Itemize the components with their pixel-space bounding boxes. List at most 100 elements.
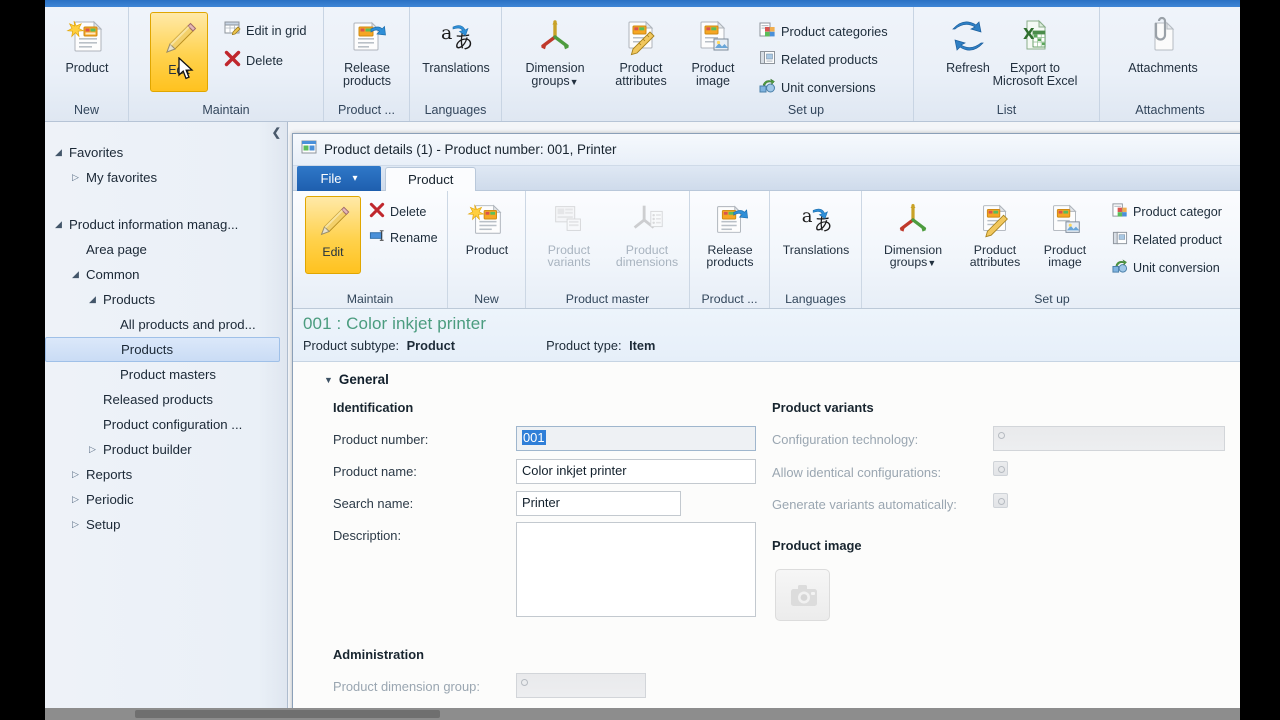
release-products-button[interactable]: Release products	[324, 15, 410, 88]
collapse-pane-icon[interactable]: ❮	[272, 126, 281, 139]
tab-file[interactable]: File ▾	[297, 166, 381, 191]
ribbon-group-list-caption: List	[996, 103, 1017, 117]
expanded-triangle-icon[interactable]: ◢	[89, 294, 103, 305]
translations-button[interactable]: a あ Translations	[413, 15, 499, 74]
expanded-triangle-icon[interactable]: ◢	[55, 219, 69, 230]
form-dimension-groups-button[interactable]: Dimension groups▼	[874, 199, 952, 270]
sidebar-item-favorites[interactable]: ◢ Favorites	[45, 140, 288, 165]
form-product-attributes-button[interactable]: Product attributes	[956, 199, 1034, 269]
form-ribbon-group-product: Release products Product ...	[690, 191, 770, 308]
sidebar-item-common[interactable]: ◢ Common	[45, 262, 288, 287]
collapsed-triangle-icon[interactable]: ▷	[72, 469, 86, 480]
product-image-placeholder[interactable]	[775, 569, 830, 621]
delete-button[interactable]: Delete	[224, 50, 283, 70]
subsection-product-image: Product image	[772, 538, 862, 553]
sidebar-item-released-products[interactable]: Released products	[45, 387, 288, 412]
export-to-excel-button[interactable]: X Export to Microsoft Excel	[980, 15, 1090, 88]
generate-variants-automatically-checkbox	[993, 493, 1008, 508]
form-delete-button[interactable]: Delete	[369, 202, 426, 221]
horizontal-scrollbar[interactable]	[45, 708, 1240, 720]
window-titlebar: Product details (1) - Product number: 00…	[293, 134, 1240, 166]
sidebar-item-label: Product masters	[120, 367, 217, 382]
ribbon-group-setup: Dimension groups▼ Product attributes Pro…	[502, 7, 914, 121]
expanded-triangle-icon[interactable]: ◢	[72, 269, 86, 280]
tab-file-label: File	[320, 171, 342, 186]
sidebar-item-label: Periodic	[86, 492, 134, 507]
window-title-strip	[45, 0, 1240, 7]
product-categories-button[interactable]: Product categories	[759, 21, 888, 41]
mouse-cursor-icon	[177, 56, 197, 84]
edit-button[interactable]: Edit	[150, 12, 208, 92]
collapsed-triangle-icon[interactable]: ▷	[72, 172, 86, 183]
form-release-products-button[interactable]: Release products	[691, 199, 769, 269]
new-product-button[interactable]: Product	[45, 15, 130, 74]
form-product-categories-button[interactable]: Product categor	[1112, 202, 1222, 221]
sidebar-item-periodic[interactable]: ▷ Periodic	[45, 487, 288, 512]
sidebar-item-product-information-manag[interactable]: ◢ Product information manag...	[45, 212, 288, 237]
chevron-down-icon[interactable]: ▼	[570, 77, 579, 87]
form-related-products-button[interactable]: Related product	[1112, 230, 1222, 249]
sidebar-item-setup[interactable]: ▷ Setup	[45, 512, 288, 537]
form-translations-button[interactable]: a あ Translations	[777, 199, 855, 256]
form-ribbon-languages-caption: Languages	[785, 292, 846, 306]
form-ribbon-group-languages: a あ Translations Languages	[770, 191, 862, 308]
horizontal-scrollbar-thumb[interactable]	[135, 710, 440, 718]
collapsed-triangle-icon[interactable]: ▷	[72, 519, 86, 530]
form-new-product-button[interactable]: Product	[448, 199, 526, 256]
form-rename-button[interactable]: Rename	[369, 228, 438, 247]
form-rename-label: Rename	[390, 230, 438, 245]
sidebar-item-my-favorites[interactable]: ▷ My favorites	[45, 165, 288, 190]
product-number-input[interactable]: 001	[516, 426, 756, 451]
sidebar-item-reports[interactable]: ▷ Reports	[45, 462, 288, 487]
form-header: 001 : Color inkjet printer Product subty…	[293, 309, 1240, 362]
product-image-button[interactable]: Product image	[670, 15, 756, 88]
product-image-label: Product image	[691, 60, 735, 88]
form-ribbon-product-caption: Product ...	[701, 292, 758, 306]
edit-in-grid-label: Edit in grid	[246, 22, 307, 38]
tab-product[interactable]: Product	[385, 167, 477, 191]
expanded-triangle-icon[interactable]: ◢	[55, 147, 69, 158]
form-ribbon-product-master-caption: Product master	[565, 292, 650, 306]
product-categories-icon	[759, 21, 776, 41]
sidebar-item-area-page[interactable]: Area page	[45, 237, 288, 262]
related-products-button[interactable]: Related products	[759, 49, 878, 69]
sidebar-item-products[interactable]: Products	[45, 337, 280, 362]
dimension-groups-button[interactable]: Dimension groups▼	[512, 15, 598, 89]
collapsed-triangle-icon[interactable]: ▷	[89, 444, 103, 455]
sidebar-item-product-masters[interactable]: Product masters	[45, 362, 288, 387]
ribbon-group-maintain: Edit Edit in grid	[129, 7, 324, 121]
form-ribbon-setup-caption: Set up	[1034, 292, 1070, 306]
section-general[interactable]: ▼ General	[324, 372, 389, 387]
navigation-tree: ◢ Favorites ▷ My favorites ◢ Product informat…	[45, 140, 288, 537]
translations-icon: a あ	[795, 199, 837, 242]
description-label: Description:	[333, 528, 402, 543]
sidebar-item-all-products-and-prod[interactable]: All products and prod...	[45, 312, 288, 337]
chevron-down-icon[interactable]: ▼	[927, 258, 936, 268]
product-name-input[interactable]: Color inkjet printer	[516, 459, 756, 484]
related-products-label: Related products	[781, 51, 878, 67]
search-name-input[interactable]: Printer	[516, 491, 681, 516]
form-unit-conversions-button[interactable]: Unit conversion	[1112, 258, 1220, 277]
dimension-groups-icon	[893, 199, 933, 242]
form-edit-button[interactable]: Edit	[305, 196, 361, 274]
attachments-button[interactable]: Attachments	[1113, 15, 1213, 74]
sidebar-item-product-builder[interactable]: ▷ Product builder	[45, 437, 288, 462]
sidebar-item-products[interactable]: ◢ Products	[45, 287, 288, 312]
new-product-icon	[467, 199, 507, 242]
form-new-product-label: Product	[465, 242, 509, 257]
form-product-image-button[interactable]: Product image	[1026, 199, 1104, 269]
edit-in-grid-button[interactable]: Edit in grid	[224, 20, 306, 40]
sidebar-item-product-configuration[interactable]: Product configuration ...	[45, 412, 288, 437]
collapse-triangle-icon: ▼	[324, 374, 333, 385]
release-products-label: Release products	[343, 60, 391, 88]
description-input[interactable]	[516, 522, 756, 617]
form-ribbon-group-maintain: Edit Delete Rename Maintain	[293, 191, 448, 308]
navigation-pane: ❮ ◢ Favorites ▷ My favorites ◢ Product inform…	[45, 122, 288, 720]
unit-conversions-button[interactable]: Unit conversions	[759, 77, 876, 97]
sidebar-item-label: Products	[121, 342, 174, 357]
form-unit-conversions-label: Unit conversion	[1133, 260, 1220, 275]
collapsed-triangle-icon[interactable]: ▷	[72, 494, 86, 505]
lookup-indicator-icon	[520, 678, 535, 693]
ribbon-group-maintain-caption: Maintain	[202, 103, 250, 117]
product-subtype-label: Product subtype:	[303, 338, 400, 353]
